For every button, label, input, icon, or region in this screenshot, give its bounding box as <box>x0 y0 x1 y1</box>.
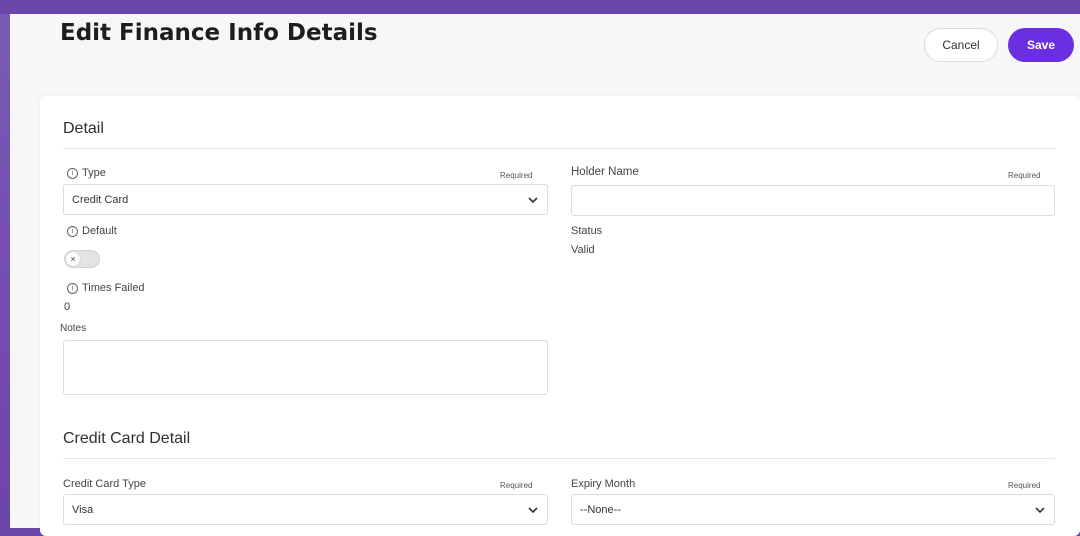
page: Edit Finance Info Details Cancel Save De… <box>10 14 1080 536</box>
holder-name-input[interactable] <box>571 185 1055 216</box>
page-title: Edit Finance Info Details <box>60 20 378 46</box>
cancel-button[interactable]: Cancel <box>924 28 998 62</box>
status-value: Valid <box>571 244 595 256</box>
notes-label: Notes <box>60 323 87 334</box>
holder-name-required-label: Required <box>1008 171 1041 180</box>
credit-card-type-label: Credit Card Type <box>63 478 146 490</box>
section-title-detail: Detail <box>63 120 104 137</box>
expiry-month-label: Expiry Month <box>571 478 636 490</box>
times-failed-label-text: Times Failed <box>82 282 145 294</box>
window-top-band <box>0 0 1080 14</box>
default-toggle[interactable]: × <box>64 250 100 268</box>
expiry-month-select[interactable]: --None-- <box>571 494 1055 525</box>
type-label: i Type <box>67 167 106 179</box>
chevron-down-icon <box>1035 507 1045 514</box>
credit-card-type-required-label: Required <box>500 481 533 490</box>
notes-textarea[interactable] <box>63 340 548 395</box>
default-label-text: Default <box>82 225 117 237</box>
times-failed-value: 0 <box>64 301 71 313</box>
status-label: Status <box>571 225 603 237</box>
section-divider <box>63 148 1055 149</box>
type-select[interactable]: Credit Card <box>63 184 548 215</box>
section-title-credit-card-detail: Credit Card Detail <box>63 430 191 447</box>
holder-name-label: Holder Name <box>571 166 639 178</box>
save-button[interactable]: Save <box>1008 28 1074 62</box>
expiry-month-required-label: Required <box>1008 481 1041 490</box>
chevron-down-icon <box>528 197 538 204</box>
type-label-text: Type <box>82 167 106 179</box>
info-icon[interactable]: i <box>67 167 78 179</box>
type-select-value: Credit Card <box>72 193 129 206</box>
close-icon: × <box>66 252 80 266</box>
credit-card-type-select-value: Visa <box>72 503 94 516</box>
form-card: Detail i Type Required Credit Card Holde… <box>40 96 1080 536</box>
info-icon[interactable]: i <box>67 282 78 294</box>
type-required-label: Required <box>500 171 533 180</box>
credit-card-type-select[interactable]: Visa <box>63 494 548 525</box>
chevron-down-icon <box>528 507 538 514</box>
times-failed-label: i Times Failed <box>67 282 145 294</box>
section-divider <box>63 458 1055 459</box>
expiry-month-select-value: --None-- <box>580 503 621 516</box>
window-left-edge <box>0 14 10 528</box>
default-label: i Default <box>67 225 117 237</box>
info-icon[interactable]: i <box>67 225 78 237</box>
